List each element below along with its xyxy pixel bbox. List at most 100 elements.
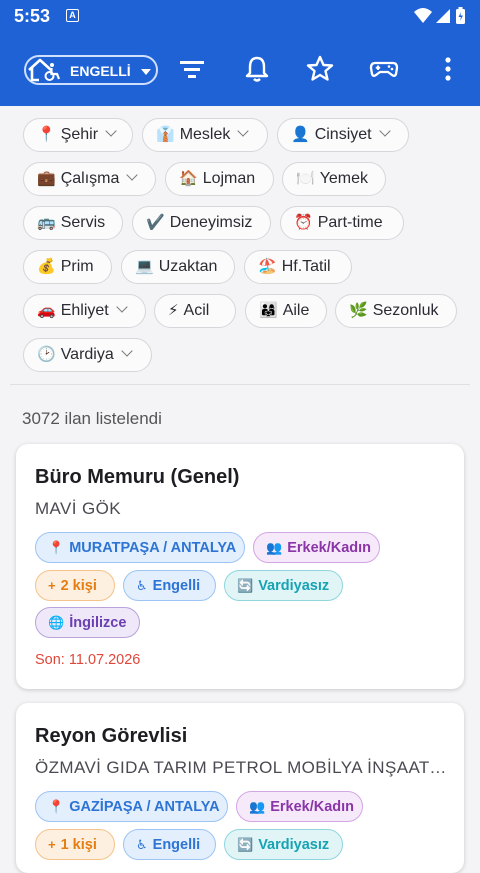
briefcase-icon: 💼 — [37, 170, 56, 187]
shift-text: Vardiyasız — [258, 578, 330, 594]
job-card[interactable]: Reyon Görevlisi ÖZMAVİ GIDA TARIM PETROL… — [16, 703, 464, 873]
filter-chip-hf-tatil[interactable]: 🏖️ Hf.Tatil — [244, 250, 352, 284]
system-icons — [414, 7, 465, 24]
chevron-down-icon — [126, 169, 139, 181]
chip-label: Lojman — [202, 170, 256, 187]
person-add-icon: + — [48, 578, 56, 593]
people-icon: 👥 — [249, 799, 266, 814]
bus-icon: 🚌 — [37, 214, 56, 231]
wifi-icon — [414, 8, 432, 23]
status-time: 5:53 — [14, 6, 51, 26]
filter-chip-aile[interactable]: 👨‍👩‍👧 Aile — [245, 294, 327, 328]
chevron-down-icon — [378, 125, 391, 137]
alarm-clock-icon: ⏰ — [294, 214, 313, 231]
result-count: 3072 ilan listelendi — [22, 409, 162, 428]
filter-chip-ehliyet[interactable]: 🚗 Ehliyet — [23, 294, 146, 328]
chip-label: Vardiya — [60, 346, 114, 363]
location-tag: 📍 GAZİPAŞA / ANTALYA — [35, 791, 228, 822]
gender-text: Erkek/Kadın — [287, 540, 372, 556]
chevron-down-icon — [116, 301, 128, 313]
more-vert-icon[interactable] — [433, 54, 463, 84]
chip-label: Yemek — [319, 170, 369, 187]
caret-down-icon — [141, 69, 151, 75]
notification-a-icon: A — [66, 9, 79, 22]
star-icon[interactable] — [305, 54, 335, 84]
person-add-icon: + — [48, 837, 56, 852]
chip-label: Cinsiyet — [314, 126, 372, 143]
disability-text: Engelli — [152, 578, 201, 594]
people-icon: 👥 — [266, 540, 283, 555]
laptop-icon: 💻 — [135, 258, 154, 275]
job-title: Reyon Görevlisi — [35, 725, 188, 747]
chip-label: Aile — [282, 302, 310, 319]
herb-icon: 🌿 — [349, 302, 368, 319]
disability-tag: ♿ Engelli — [123, 829, 216, 860]
filter-chip-yemek[interactable]: 🍽️ Yemek — [282, 162, 386, 196]
status-bar: 5:53 A — [0, 0, 480, 32]
language-text: İngilizce — [69, 615, 127, 631]
chip-label: Meslek — [179, 126, 231, 143]
location-text: MURATPAŞA / ANTALYA — [69, 540, 237, 556]
location-pin-icon: 📍 — [48, 799, 65, 814]
filter-chip-sezonluk[interactable]: 🌿 Sezonluk — [335, 294, 457, 328]
chip-label: Part-time — [317, 214, 383, 231]
shift-text: Vardiyasız — [258, 837, 330, 853]
home-accessible-icon — [28, 58, 61, 82]
headcount-tag: +1 kişi — [35, 829, 115, 860]
divider — [10, 384, 470, 385]
filter-chip-cinsiyet[interactable]: 👤 Cinsiyet — [277, 118, 409, 152]
filter-chip-sehir[interactable]: 📍 Şehir — [23, 118, 133, 152]
chip-label: Sezonluk — [372, 302, 439, 319]
repeat-icon: 🔄 — [237, 578, 254, 593]
filter-chip-acil[interactable]: ⚡ Acil — [154, 294, 236, 328]
chevron-down-icon — [105, 125, 117, 137]
filter-chip-servis[interactable]: 🚌 Servis — [23, 206, 123, 240]
filter-chips: 📍 Şehir 👔 Meslek 👤 Cinsiyet 💼 Çalışma 🏠 Lojma… — [0, 106, 480, 384]
headcount-text: 2 kişi — [60, 578, 97, 594]
wheelchair-icon: ♿ — [136, 837, 148, 852]
chip-label: Çalışma — [60, 170, 120, 187]
filter-chip-part-time[interactable]: ⏰ Part-time — [280, 206, 404, 240]
car-icon: 🚗 — [37, 302, 56, 319]
disability-text: Engelli — [152, 837, 201, 853]
necktie-icon: 👔 — [156, 126, 175, 143]
pin-icon: 📍 — [37, 126, 56, 143]
filter-chip-uzaktan[interactable]: 💻 Uzaktan — [121, 250, 235, 284]
filter-chip-meslek[interactable]: 👔 Meslek — [142, 118, 268, 152]
filter-chip-deneyimsiz[interactable]: ✔️ Deneyimsiz — [132, 206, 271, 240]
chip-label: Şehir — [60, 126, 99, 143]
chevron-down-icon — [121, 345, 133, 357]
gender-tag: 👥 Erkek/Kadın — [236, 791, 363, 822]
language-tag: 🌐 İngilizce — [35, 607, 140, 638]
chip-label: Servis — [60, 214, 106, 231]
bell-icon[interactable] — [242, 54, 272, 84]
filter-icon[interactable] — [177, 54, 207, 84]
shift-tag: 🔄 Vardiyasız — [224, 829, 343, 860]
filter-chip-calisma[interactable]: 💼 Çalışma — [23, 162, 156, 196]
headcount-text: 1 kişi — [60, 837, 97, 853]
filter-chip-vardiya[interactable]: 🕑 Vardiya — [23, 338, 152, 372]
disability-tag: ♿ Engelli — [123, 570, 216, 601]
filter-chip-prim[interactable]: 💰 Prim — [23, 250, 112, 284]
repeat-icon: 🔄 — [237, 837, 254, 852]
chip-label: Acil — [183, 302, 210, 319]
check-icon: ✔️ — [146, 214, 165, 231]
filter-chip-lojman[interactable]: 🏠 Lojman — [165, 162, 274, 196]
clock-icon: 🕑 — [37, 346, 56, 363]
location-tag: 📍 MURATPAŞA / ANTALYA — [35, 532, 245, 563]
gender-text: Erkek/Kadın — [270, 799, 355, 815]
signal-icon — [436, 9, 450, 23]
chip-label: Ehliyet — [60, 302, 109, 319]
disability-filter-pill[interactable]: ENGELLİ — [24, 55, 158, 85]
deadline: Son: 11.07.2026 — [35, 652, 141, 668]
location-text: GAZİPAŞA / ANTALYA — [69, 799, 220, 815]
filter-pill-label: ENGELLİ — [70, 63, 131, 79]
plate-icon: 🍽️ — [296, 170, 315, 187]
gamepad-icon[interactable] — [369, 54, 399, 84]
wheelchair-icon: ♿ — [136, 578, 148, 593]
chip-label: Deneyimsiz — [169, 214, 253, 231]
chip-label: Uzaktan — [158, 258, 218, 275]
battery-icon — [456, 7, 465, 24]
company-name: ÖZMAVİ GIDA TARIM PETROL MOBİLYA İNŞAAT … — [35, 758, 447, 777]
job-card[interactable]: Büro Memuru (Genel) MAVİ GÖK 📍 MURATPAŞA … — [16, 444, 464, 689]
